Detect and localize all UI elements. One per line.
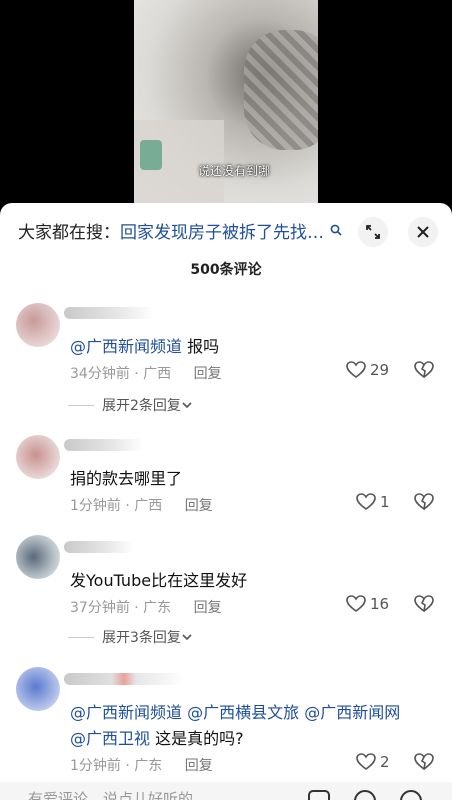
comment-body: 这是真的吗? — [155, 729, 244, 748]
video-blur-figure — [244, 30, 318, 150]
comment-meta: 1分钟前 · 广东 回复 — [70, 755, 213, 775]
expand-replies[interactable]: 展开2条回复 — [68, 395, 193, 415]
mention-link[interactable]: @广西新闻频道 — [70, 337, 182, 356]
comment-input[interactable]: 有爱评论，说点儿好听的 — [28, 788, 193, 800]
avatar[interactable] — [16, 667, 60, 711]
emoji-icon[interactable] — [400, 790, 422, 800]
comment-meta: 37分钟前 · 广东 回复 — [70, 597, 222, 617]
like-count: 1 — [380, 493, 390, 511]
broken-heart-icon[interactable] — [414, 493, 434, 511]
username[interactable] — [64, 307, 154, 319]
comment-text: 捐的款去哪里了 — [70, 465, 182, 489]
expand-replies-label: 展开2条回复 — [102, 398, 181, 414]
chevron-down-icon — [182, 402, 192, 409]
heart-icon — [346, 361, 366, 378]
heart-icon — [346, 595, 366, 612]
image-icon[interactable] — [308, 790, 330, 800]
reply-button[interactable]: 回复 — [194, 600, 222, 616]
username[interactable] — [64, 541, 134, 553]
mention-link[interactable]: @广西横县文旅 — [187, 703, 299, 722]
divider — [68, 404, 94, 406]
comment-text: @广西新闻频道 报吗 — [70, 333, 219, 357]
close-button[interactable] — [408, 217, 438, 247]
broken-heart-icon[interactable] — [414, 753, 434, 771]
hot-search-bar[interactable]: 大家都在搜： 回家发现房子被拆了先找… — [18, 217, 342, 243]
reply-button[interactable]: 回复 — [194, 366, 222, 382]
divider — [68, 636, 94, 638]
like-button[interactable]: 1 — [356, 493, 390, 511]
expand-replies[interactable]: 展开3条回复 — [68, 627, 193, 647]
heart-icon — [356, 493, 376, 510]
comment-text: @广西新闻频道 @广西横县文旅 @广西新闻网 — [70, 699, 400, 723]
avatar[interactable] — [16, 535, 60, 579]
comment-text: 发YouTube比在这里发好 — [70, 567, 247, 591]
comment-body: 报吗 — [187, 337, 220, 356]
hot-search-query[interactable]: 回家发现房子被拆了先找… — [120, 218, 324, 243]
like-count: 29 — [370, 361, 390, 379]
comment-body: 发YouTube比在这里发好 — [70, 571, 248, 590]
avatar[interactable] — [16, 435, 60, 479]
close-icon — [417, 226, 429, 238]
chevron-down-icon — [182, 634, 192, 641]
video-caption: 说还没有到哪 — [198, 164, 271, 178]
like-count: 16 — [370, 595, 390, 613]
mention-link[interactable]: @广西新闻网 — [304, 703, 400, 722]
comment-input-bar[interactable]: 有爱评论，说点儿好听的 — [0, 782, 452, 800]
mention-link[interactable]: @广西卫视 — [70, 729, 150, 748]
broken-heart-icon[interactable] — [414, 361, 434, 379]
video-frame[interactable]: 说还没有到哪 — [134, 0, 318, 215]
expand-button[interactable] — [358, 217, 388, 247]
comment-time-location: 37分钟前 · 广东 — [70, 600, 172, 616]
expand-replies-label: 展开3条回复 — [102, 630, 181, 646]
comment-count: 500条评论 — [190, 262, 262, 278]
like-button[interactable]: 2 — [356, 753, 390, 771]
like-count: 2 — [380, 753, 390, 771]
avatar[interactable] — [16, 303, 60, 347]
like-button[interactable]: 29 — [346, 361, 389, 379]
reply-button[interactable]: 回复 — [185, 498, 213, 514]
broken-heart-icon[interactable] — [414, 595, 434, 613]
comments-sheet: 大家都在搜： 回家发现房子被拆了先找… 500条评论 @广西新闻频道 报吗 34… — [0, 203, 452, 800]
username[interactable] — [64, 439, 144, 451]
username[interactable] — [64, 673, 184, 685]
comment-body: 捐的款去哪里了 — [70, 469, 183, 488]
comment-meta: 1分钟前 · 广西 回复 — [70, 495, 213, 515]
mention-link[interactable]: @广西新闻频道 — [70, 703, 182, 722]
expand-icon — [366, 225, 380, 239]
comment-time-location: 1分钟前 · 广西 — [70, 498, 163, 514]
reply-button[interactable]: 回复 — [185, 758, 213, 774]
hot-search-prefix: 大家都在搜： — [18, 222, 120, 243]
video-blur-bottle — [140, 140, 162, 170]
video-area[interactable]: 说还没有到哪 — [0, 0, 452, 215]
heart-icon — [356, 753, 376, 770]
comment-text-line2: @广西卫视 这是真的吗? — [70, 725, 244, 749]
search-icon[interactable] — [330, 224, 342, 236]
comment-time-location: 34分钟前 · 广西 — [70, 366, 172, 382]
mention-icon[interactable] — [354, 790, 376, 800]
comment-meta: 34分钟前 · 广西 回复 — [70, 363, 222, 383]
comment-time-location: 1分钟前 · 广东 — [70, 758, 163, 774]
like-button[interactable]: 16 — [346, 595, 389, 613]
